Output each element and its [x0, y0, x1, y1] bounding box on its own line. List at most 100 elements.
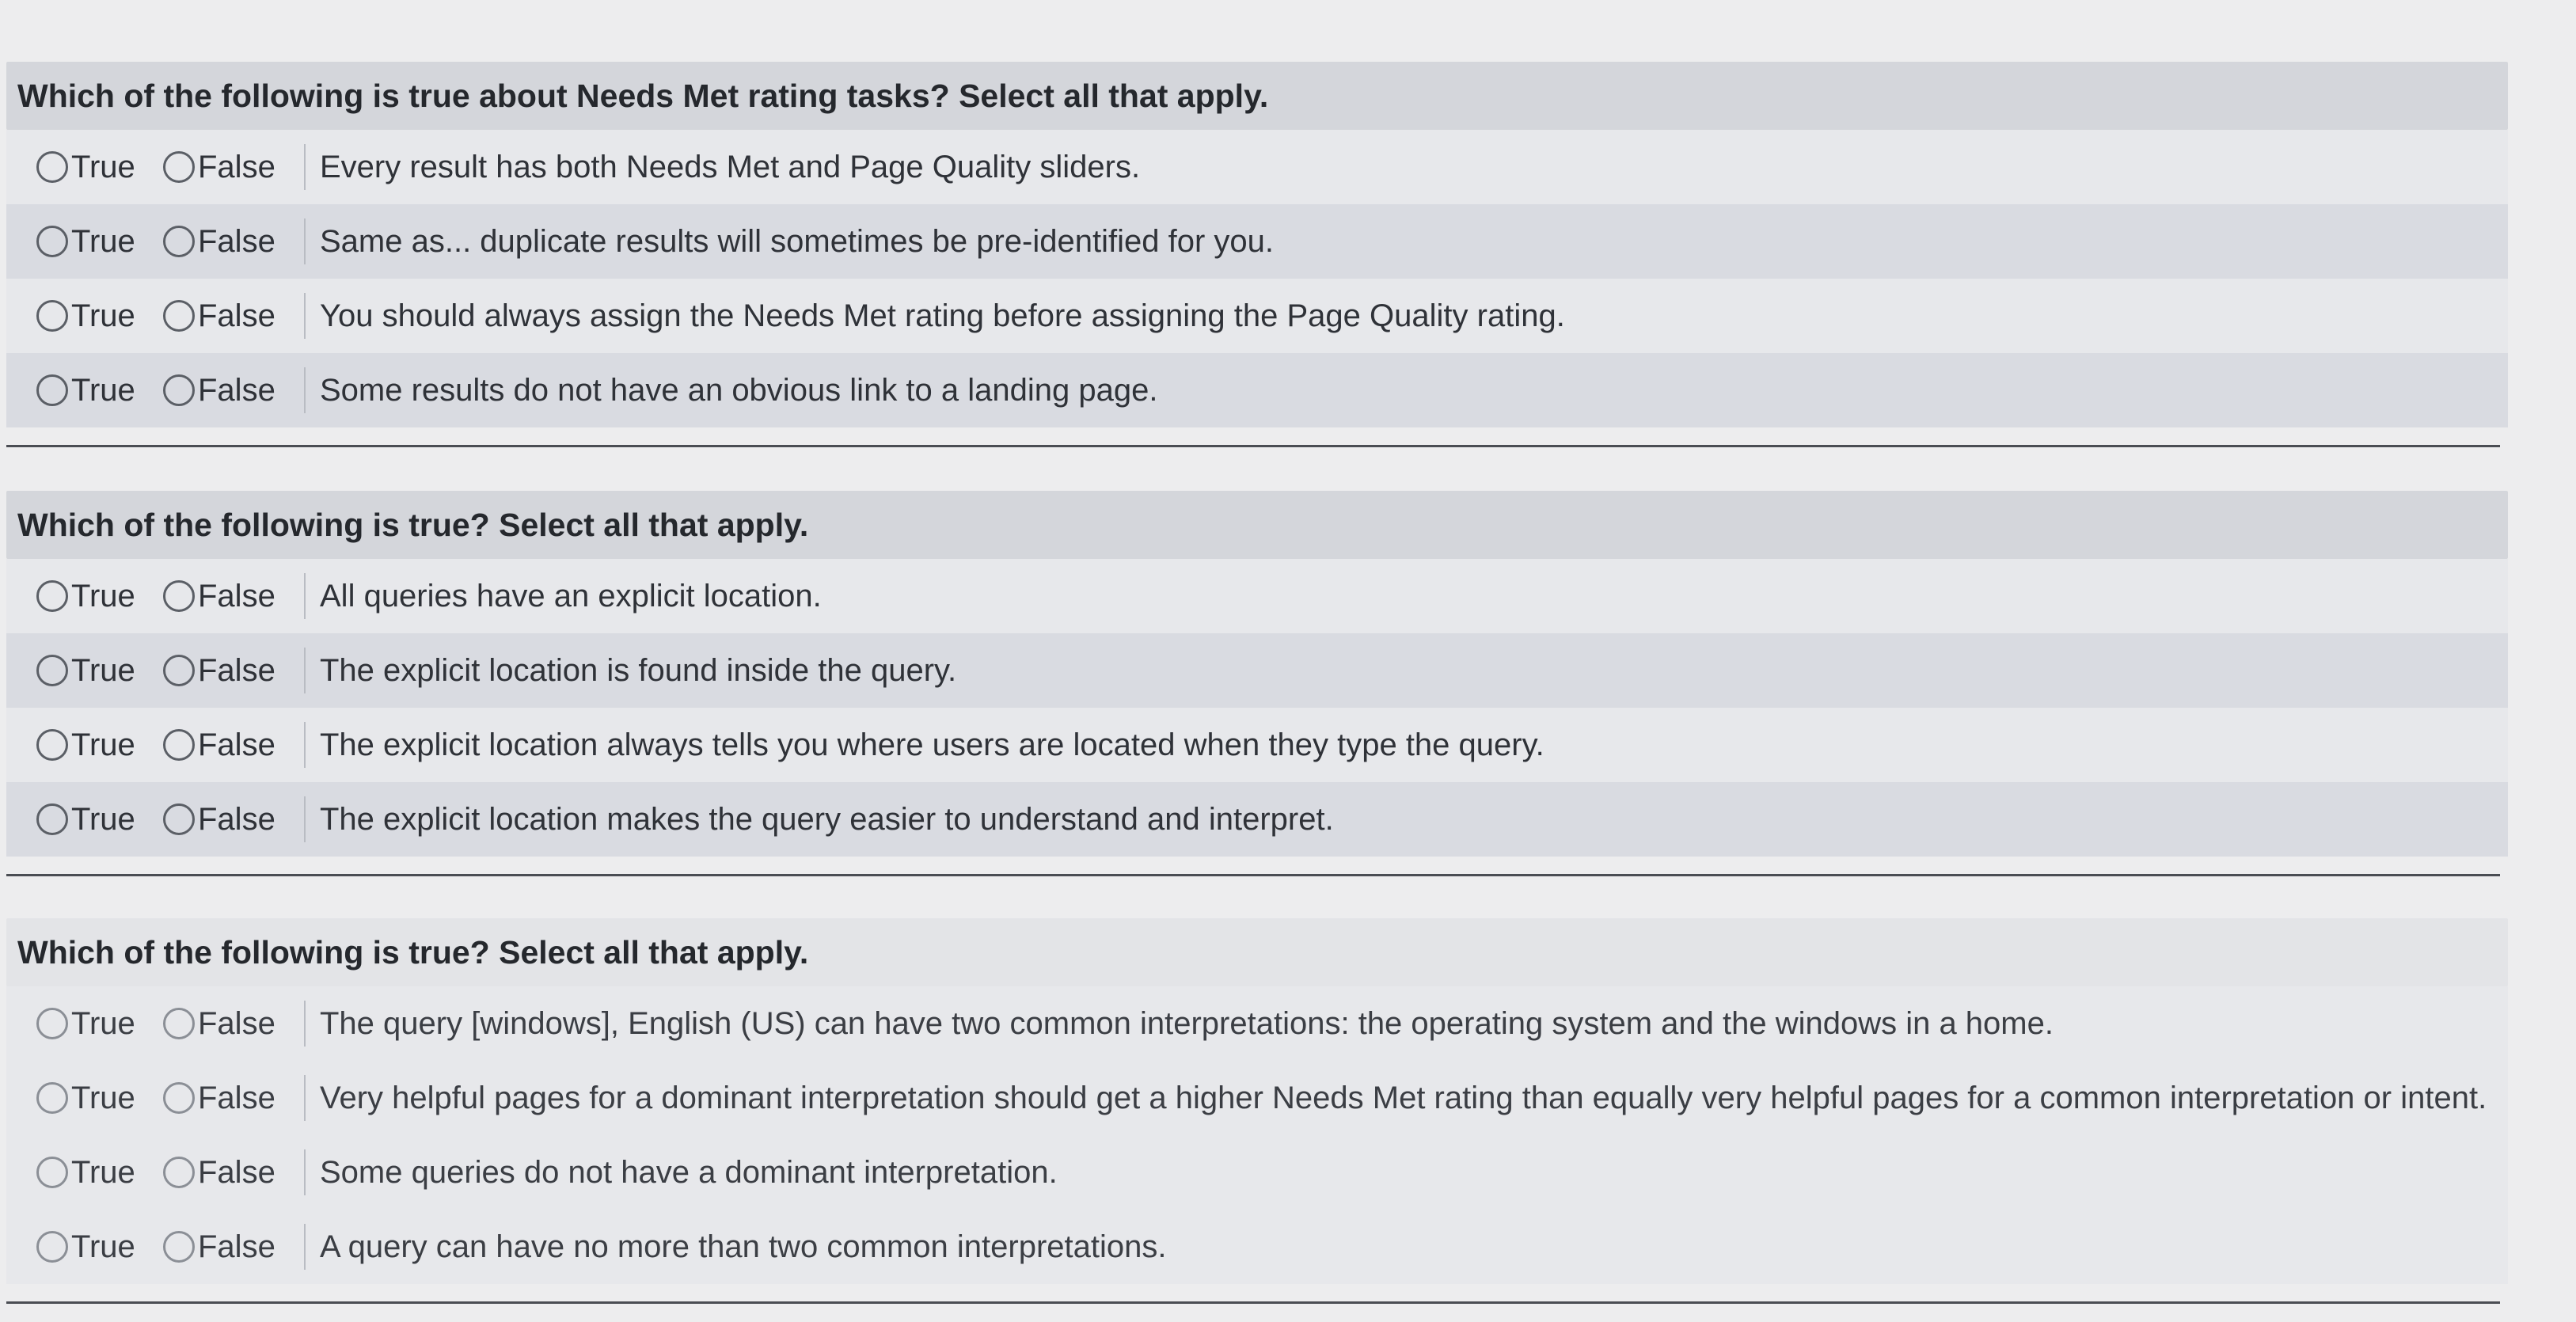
- true-radio-option[interactable]: True: [6, 1061, 154, 1135]
- question-3: Which of the following is true? Select a…: [6, 918, 2508, 1304]
- true-radio-option[interactable]: True: [6, 1210, 154, 1284]
- statement-text: Some queries do not have a dominant inte…: [304, 1149, 1058, 1195]
- true-radio-option[interactable]: True: [6, 986, 154, 1061]
- true-radio-option[interactable]: True: [6, 782, 154, 857]
- true-label: True: [71, 1005, 135, 1041]
- radio-button-icon[interactable]: [163, 1231, 195, 1263]
- section-divider: [6, 445, 2500, 447]
- option-row: True False The query [windows], English …: [6, 986, 2508, 1061]
- statement-text: Very helpful pages for a dominant interp…: [304, 1075, 2487, 1121]
- false-radio-option[interactable]: False: [154, 708, 304, 782]
- radio-button-icon[interactable]: [163, 729, 195, 761]
- radio-button-icon[interactable]: [163, 655, 195, 686]
- false-label: False: [198, 149, 275, 184]
- section-divider: [6, 874, 2500, 876]
- option-row: True False Every result has both Needs M…: [6, 130, 2508, 204]
- radio-button-icon[interactable]: [163, 300, 195, 332]
- option-row: True False The explicit location makes t…: [6, 782, 2508, 857]
- section-divider: [6, 1301, 2500, 1304]
- true-label: True: [71, 801, 135, 837]
- true-label: True: [71, 1080, 135, 1115]
- true-label: True: [71, 578, 135, 614]
- false-radio-option[interactable]: False: [154, 130, 304, 204]
- true-radio-option[interactable]: True: [6, 204, 154, 279]
- radio-button-icon[interactable]: [163, 1157, 195, 1188]
- option-row: True False Very helpful pages for a domi…: [6, 1061, 2508, 1135]
- false-radio-option[interactable]: False: [154, 1210, 304, 1284]
- statement-text: A query can have no more than two common…: [304, 1224, 1166, 1270]
- true-label: True: [71, 727, 135, 762]
- question-title: Which of the following is true? Select a…: [6, 918, 2508, 986]
- true-radio-option[interactable]: True: [6, 130, 154, 204]
- radio-button-icon[interactable]: [163, 1008, 195, 1039]
- false-radio-option[interactable]: False: [154, 353, 304, 427]
- question-2: Which of the following is true? Select a…: [6, 491, 2508, 876]
- false-radio-option[interactable]: False: [154, 279, 304, 353]
- radio-button-icon[interactable]: [163, 1082, 195, 1114]
- false-radio-option[interactable]: False: [154, 782, 304, 857]
- true-label: True: [71, 223, 135, 259]
- option-row: True False You should always assign the …: [6, 279, 2508, 353]
- statement-text: All queries have an explicit location.: [304, 573, 822, 619]
- option-row: True False Some queries do not have a do…: [6, 1135, 2508, 1210]
- false-radio-option[interactable]: False: [154, 1061, 304, 1135]
- true-radio-option[interactable]: True: [6, 279, 154, 353]
- false-radio-option[interactable]: False: [154, 633, 304, 708]
- false-label: False: [198, 652, 275, 688]
- true-radio-option[interactable]: True: [6, 633, 154, 708]
- radio-button-icon[interactable]: [163, 580, 195, 612]
- false-label: False: [198, 372, 275, 408]
- radio-button-icon[interactable]: [36, 300, 68, 332]
- false-radio-option[interactable]: False: [154, 986, 304, 1061]
- true-radio-option[interactable]: True: [6, 353, 154, 427]
- option-row: True False A query can have no more than…: [6, 1210, 2508, 1284]
- true-radio-option[interactable]: True: [6, 708, 154, 782]
- option-row: True False Same as... duplicate results …: [6, 204, 2508, 279]
- radio-button-icon[interactable]: [163, 226, 195, 257]
- quiz-form: Which of the following is true about Nee…: [0, 0, 2576, 1322]
- radio-button-icon[interactable]: [36, 655, 68, 686]
- false-label: False: [198, 223, 275, 259]
- radio-button-icon[interactable]: [36, 151, 68, 183]
- option-row: True False The explicit location always …: [6, 708, 2508, 782]
- radio-button-icon[interactable]: [163, 151, 195, 183]
- statement-text: Every result has both Needs Met and Page…: [304, 144, 1140, 190]
- statement-text: The explicit location makes the query ea…: [304, 796, 1334, 842]
- true-radio-option[interactable]: True: [6, 559, 154, 633]
- statement-text: The query [windows], English (US) can ha…: [304, 1001, 2054, 1047]
- true-label: True: [71, 372, 135, 408]
- statement-text: Some results do not have an obvious link…: [304, 367, 1157, 413]
- true-label: True: [71, 298, 135, 333]
- false-label: False: [198, 1229, 275, 1264]
- false-radio-option[interactable]: False: [154, 1135, 304, 1210]
- true-label: True: [71, 149, 135, 184]
- radio-button-icon[interactable]: [163, 803, 195, 835]
- radio-button-icon[interactable]: [36, 803, 68, 835]
- radio-button-icon[interactable]: [36, 1231, 68, 1263]
- false-radio-option[interactable]: False: [154, 559, 304, 633]
- radio-button-icon[interactable]: [36, 729, 68, 761]
- false-label: False: [198, 801, 275, 837]
- false-label: False: [198, 1154, 275, 1190]
- option-row: True False Some results do not have an o…: [6, 353, 2508, 427]
- statement-text: Same as... duplicate results will someti…: [304, 218, 1274, 264]
- statement-text: You should always assign the Needs Met r…: [304, 293, 1565, 339]
- false-radio-option[interactable]: False: [154, 204, 304, 279]
- true-label: True: [71, 1229, 135, 1264]
- true-label: True: [71, 652, 135, 688]
- false-label: False: [198, 1080, 275, 1115]
- true-radio-option[interactable]: True: [6, 1135, 154, 1210]
- statement-text: The explicit location is found inside th…: [304, 648, 956, 693]
- false-label: False: [198, 578, 275, 614]
- false-label: False: [198, 1005, 275, 1041]
- false-label: False: [198, 727, 275, 762]
- radio-button-icon[interactable]: [36, 1008, 68, 1039]
- radio-button-icon[interactable]: [36, 374, 68, 406]
- radio-button-icon[interactable]: [36, 1157, 68, 1188]
- question-title: Which of the following is true? Select a…: [6, 491, 2508, 559]
- radio-button-icon[interactable]: [36, 580, 68, 612]
- option-row: True False All queries have an explicit …: [6, 559, 2508, 633]
- radio-button-icon[interactable]: [163, 374, 195, 406]
- radio-button-icon[interactable]: [36, 1082, 68, 1114]
- radio-button-icon[interactable]: [36, 226, 68, 257]
